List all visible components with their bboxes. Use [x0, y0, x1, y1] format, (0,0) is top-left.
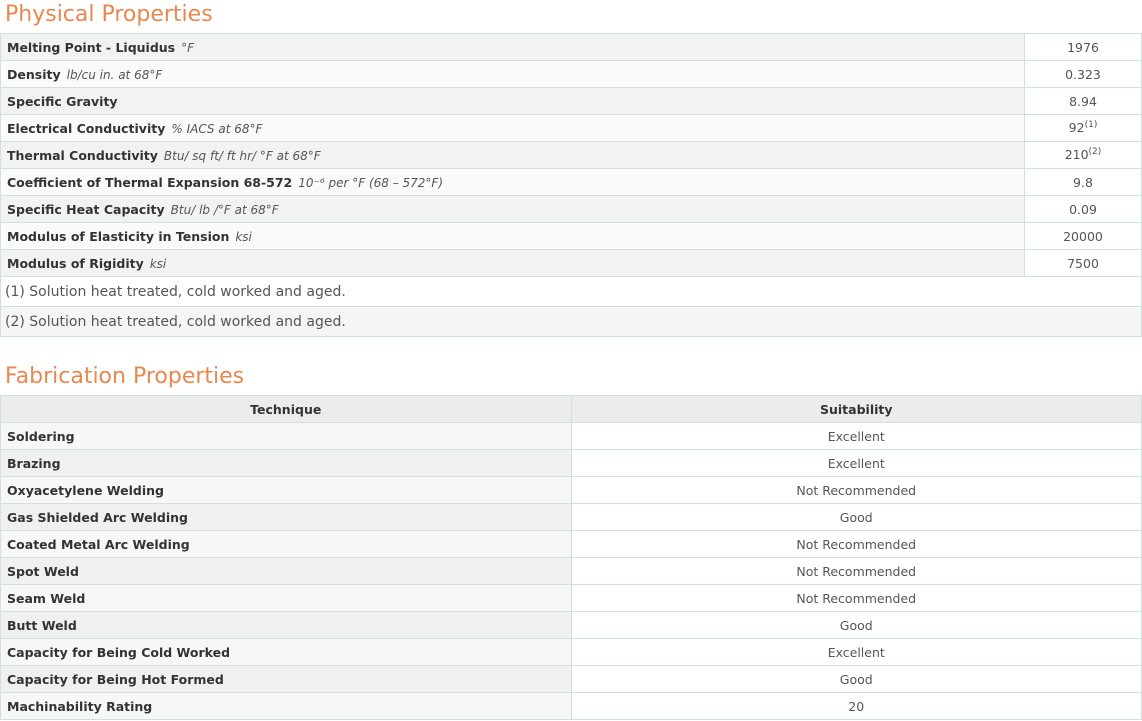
technique-header: Technique	[0, 395, 572, 423]
property-row: Specific Gravity 8.94	[0, 87, 1142, 115]
property-unit: 10⁻⁶ per °F (68 – 572°F)	[298, 175, 444, 190]
fabrication-row: Coated Metal Arc Welding Not Recommended	[0, 530, 1142, 558]
technique-cell: Spot Weld	[0, 557, 572, 585]
property-value: 92	[1068, 120, 1085, 136]
property-value-cell: 9.8	[1024, 168, 1142, 196]
technique-cell: Capacity for Being Cold Worked	[0, 638, 572, 666]
suitability-cell: Excellent	[570, 422, 1142, 450]
footnote-text: (1) Solution heat treated, cold worked a…	[0, 276, 1142, 307]
footnote-row: (1) Solution heat treated, cold worked a…	[0, 276, 1142, 307]
technique-cell: Machinability Rating	[0, 692, 572, 720]
suitability-cell: Good	[570, 665, 1142, 693]
property-label-cell: Thermal Conductivity Btu/ sq ft/ ft hr/ °…	[0, 141, 1025, 169]
property-value: 9.8	[1073, 174, 1093, 190]
suitability-cell: Not Recommended	[570, 584, 1142, 612]
property-label-cell: Modulus of Rigidity ksi	[0, 249, 1025, 277]
property-row: Coefficient of Thermal Expansion 68-572 1…	[0, 168, 1142, 196]
property-value-cell: 8.94	[1024, 87, 1142, 115]
property-label: Specific Heat Capacity	[7, 201, 165, 217]
footnote-text: (2) Solution heat treated, cold worked a…	[0, 306, 1142, 337]
property-value: 210	[1064, 147, 1089, 163]
property-unit: °F	[181, 40, 195, 55]
property-value-cell: 1976	[1024, 33, 1142, 61]
property-label-cell: Specific Heat Capacity Btu/ lb /°F at 68°…	[0, 195, 1025, 223]
property-value-cell: 210(2)	[1024, 141, 1142, 169]
property-value: 0.323	[1065, 66, 1101, 82]
property-unit: lb/cu in. at 68°F	[66, 67, 163, 82]
property-value: 1976	[1067, 39, 1099, 55]
property-label: Melting Point - Liquidus	[7, 39, 176, 55]
suitability-cell: Excellent	[570, 449, 1142, 477]
footnote-row: (2) Solution heat treated, cold worked a…	[0, 306, 1142, 337]
property-row: Electrical Conductivity % IACS at 68°F 92(…	[0, 114, 1142, 142]
property-label-cell: Density lb/cu in. at 68°F	[0, 60, 1025, 88]
fabrication-row: Gas Shielded Arc Welding Good	[0, 503, 1142, 531]
suitability-cell: 20	[570, 692, 1142, 720]
property-label: Coefficient of Thermal Expansion 68-572	[7, 174, 293, 190]
property-value: 7500	[1067, 255, 1099, 271]
property-row: Modulus of Rigidity ksi 7500	[0, 249, 1142, 277]
property-value-cell: 0.09	[1024, 195, 1142, 223]
property-label: Thermal Conductivity	[7, 147, 158, 163]
property-value-cell: 20000	[1024, 222, 1142, 250]
technique-cell: Brazing	[0, 449, 572, 477]
property-label-cell: Coefficient of Thermal Expansion 68-572 1…	[0, 168, 1025, 196]
fabrication-properties-table: Technique Suitability Soldering Excellent…	[0, 395, 1142, 720]
property-row: Density lb/cu in. at 68°F 0.323	[0, 60, 1142, 88]
property-value: 0.09	[1069, 201, 1097, 217]
fabrication-row: Soldering Excellent	[0, 422, 1142, 450]
footnote-marker: (2)	[1088, 147, 1102, 158]
property-row: Modulus of Elasticity in Tension ksi 20000	[0, 222, 1142, 250]
physical-properties-title: Physical Properties	[5, 2, 213, 27]
suitability-cell: Not Recommended	[570, 476, 1142, 504]
fabrication-row: Oxyacetylene Welding Not Recommended	[0, 476, 1142, 504]
suitability-cell: Good	[570, 503, 1142, 531]
physical-properties-table: Melting Point - Liquidus °F 1976 Density lb/…	[0, 33, 1142, 337]
technique-cell: Coated Metal Arc Welding	[0, 530, 572, 558]
fabrication-row: Seam Weld Not Recommended	[0, 584, 1142, 612]
technique-cell: Oxyacetylene Welding	[0, 476, 572, 504]
property-label-cell: Melting Point - Liquidus °F	[0, 33, 1025, 61]
technique-cell: Capacity for Being Hot Formed	[0, 665, 572, 693]
fabrication-row: Capacity for Being Cold Worked Excellent	[0, 638, 1142, 666]
fabrication-row: Capacity for Being Hot Formed Good	[0, 665, 1142, 693]
property-label-cell: Electrical Conductivity % IACS at 68°F	[0, 114, 1025, 142]
suitability-header: Suitability	[570, 395, 1142, 423]
fabrication-header-row: Technique Suitability	[0, 395, 1142, 423]
fabrication-row: Brazing Excellent	[0, 449, 1142, 477]
property-unit: Btu/ sq ft/ ft hr/ °F at 68°F	[163, 148, 321, 163]
suitability-cell: Excellent	[570, 638, 1142, 666]
technique-cell: Butt Weld	[0, 611, 572, 639]
property-label: Density	[7, 66, 61, 82]
property-unit: Btu/ lb /°F at 68°F	[170, 202, 279, 217]
technique-cell: Soldering	[0, 422, 572, 450]
property-value: 8.94	[1069, 93, 1097, 109]
property-value-cell: 92(1)	[1024, 114, 1142, 142]
property-label: Electrical Conductivity	[7, 120, 166, 136]
suitability-cell: Good	[570, 611, 1142, 639]
property-label-cell: Modulus of Elasticity in Tension ksi	[0, 222, 1025, 250]
property-value-cell: 0.323	[1024, 60, 1142, 88]
suitability-cell: Not Recommended	[570, 557, 1142, 585]
property-label: Modulus of Rigidity	[7, 255, 144, 271]
property-label: Modulus of Elasticity in Tension	[7, 228, 230, 244]
property-label: Specific Gravity	[7, 93, 118, 109]
property-row: Thermal Conductivity Btu/ sq ft/ ft hr/ °…	[0, 141, 1142, 169]
fabrication-row: Butt Weld Good	[0, 611, 1142, 639]
property-row: Specific Heat Capacity Btu/ lb /°F at 68°…	[0, 195, 1142, 223]
technique-cell: Seam Weld	[0, 584, 572, 612]
fabrication-row: Machinability Rating 20	[0, 692, 1142, 720]
property-value-cell: 7500	[1024, 249, 1142, 277]
property-unit: % IACS at 68°F	[171, 121, 263, 136]
footnote-marker: (1)	[1084, 120, 1098, 131]
fabrication-row: Spot Weld Not Recommended	[0, 557, 1142, 585]
property-label-cell: Specific Gravity	[0, 87, 1025, 115]
technique-cell: Gas Shielded Arc Welding	[0, 503, 572, 531]
property-unit: ksi	[235, 229, 252, 244]
property-row: Melting Point - Liquidus °F 1976	[0, 33, 1142, 61]
property-value: 20000	[1063, 228, 1103, 244]
suitability-cell: Not Recommended	[570, 530, 1142, 558]
property-unit: ksi	[149, 256, 167, 271]
fabrication-properties-title: Fabrication Properties	[5, 364, 245, 389]
